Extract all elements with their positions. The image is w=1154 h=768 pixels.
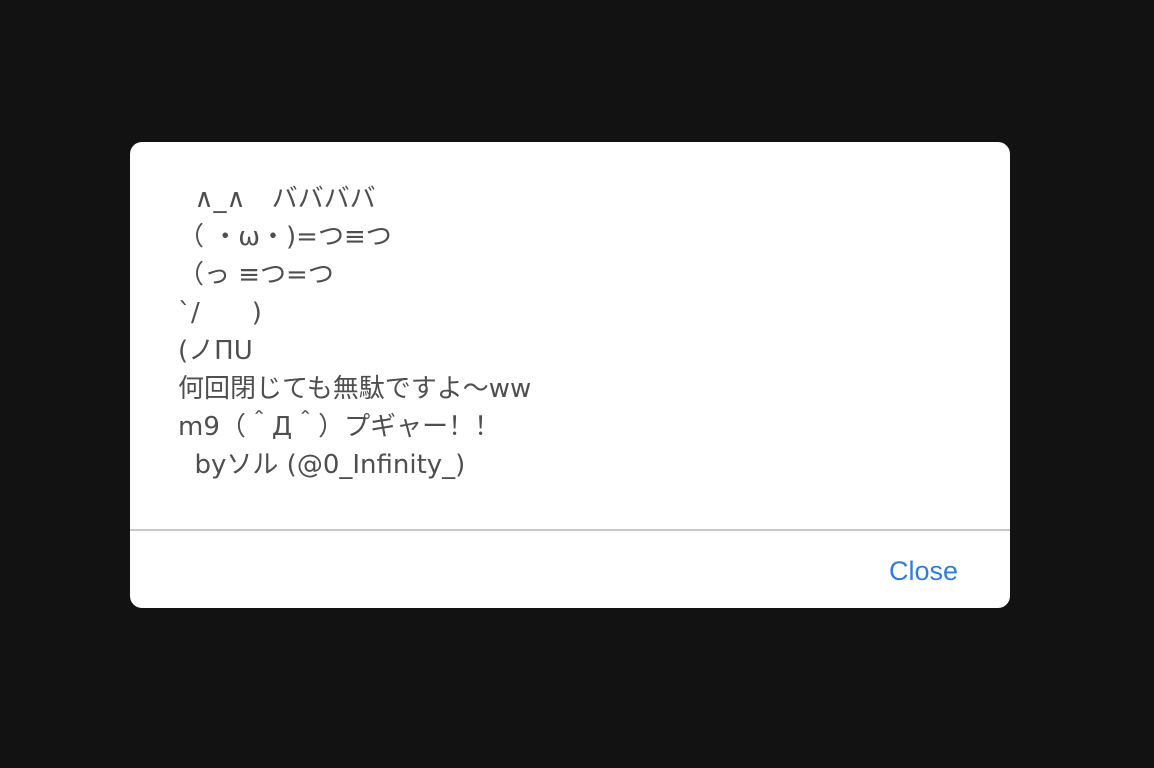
message-line: 何回閉じても無駄ですよ～ww [178,374,532,404]
alert-dialog: ∧_∧ ババババ （ ・ω・)=つ≡つ （っ ≡つ=つ `/ ) (ノΠU 何回… [130,142,1010,608]
message-line: （ ・ω・)=つ≡つ [178,222,392,252]
message-line: `/ ) [178,298,262,328]
message-line: ∧_∧ ババババ [178,184,376,214]
message-line: m9（＾Д＾）プギャー！！ [178,412,501,442]
message-line: (ノΠU [178,336,253,366]
message-line: （っ ≡つ=つ [178,260,334,290]
close-button[interactable]: Close [889,552,958,590]
dialog-footer: Close [130,531,1010,608]
modal-backdrop: ∧_∧ ババババ （ ・ω・)=つ≡つ （っ ≡つ=つ `/ ) (ノΠU 何回… [0,0,1154,768]
message-line: byソル (@0_Infinity_) [178,450,466,480]
dialog-message: ∧_∧ ババババ （ ・ω・)=つ≡つ （っ ≡つ=つ `/ ) (ノΠU 何回… [178,180,962,530]
